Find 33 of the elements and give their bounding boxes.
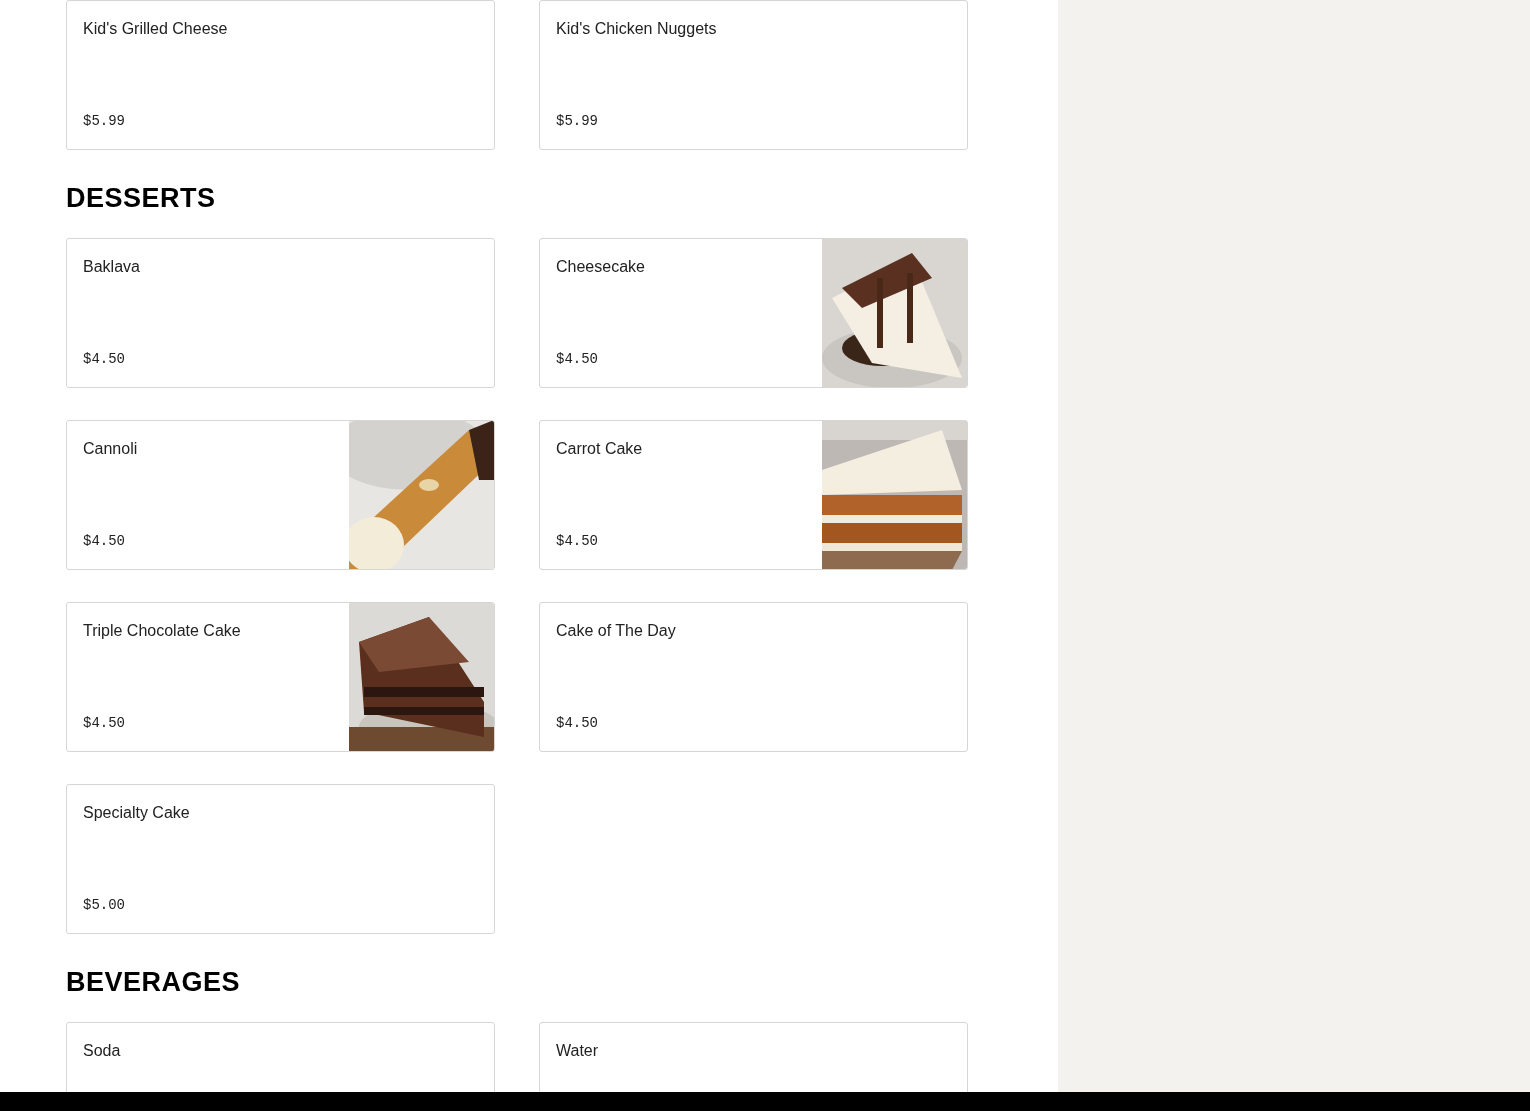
- menu-item-card[interactable]: Cheesecake $4.50: [539, 238, 968, 388]
- item-price: $4.50: [556, 714, 599, 733]
- item-price: $4.50: [83, 532, 126, 551]
- item-name: Cake of The Day: [556, 621, 677, 641]
- item-price: $5.00: [83, 896, 126, 915]
- menu-item-card[interactable]: Carrot Cake $4.50: [539, 420, 968, 570]
- item-name: Cannoli: [83, 439, 139, 459]
- item-price: $4.50: [556, 532, 599, 551]
- menu-item-card[interactable]: Baklava $4.50: [66, 238, 495, 388]
- menu-item-card[interactable]: Cannoli $4.50: [66, 420, 495, 570]
- item-price: $5.99: [83, 112, 126, 131]
- menu-item-card[interactable]: Cake of The Day $4.50: [539, 602, 968, 752]
- menu-item-card[interactable]: Water: [539, 1022, 968, 1092]
- item-name: Specialty Cake: [83, 803, 191, 823]
- item-name: Kid's Grilled Cheese: [83, 19, 229, 39]
- item-price: $4.50: [83, 714, 126, 733]
- item-price: $4.50: [83, 350, 126, 369]
- item-name: Triple Chocolate Cake: [83, 621, 242, 641]
- item-name: Water: [556, 1041, 600, 1061]
- item-name: Baklava: [83, 257, 141, 277]
- item-price: $4.50: [556, 350, 599, 369]
- item-price: $5.99: [556, 112, 599, 131]
- item-name: Cheesecake: [556, 257, 646, 277]
- menu-item-card[interactable]: Specialty Cake $5.00: [66, 784, 495, 934]
- section-heading: BEVERAGES: [66, 968, 242, 996]
- menu-item-card[interactable]: Soda: [66, 1022, 495, 1092]
- item-name: Carrot Cake: [556, 439, 644, 459]
- item-name: Kid's Chicken Nuggets: [556, 19, 718, 39]
- menu-item-card[interactable]: Kid's Grilled Cheese $5.99: [66, 0, 495, 150]
- menu-item-card[interactable]: Kid's Chicken Nuggets $5.99: [539, 0, 968, 150]
- section-heading: DESSERTS: [66, 184, 217, 212]
- item-name: Soda: [83, 1041, 122, 1061]
- menu-item-card[interactable]: Triple Chocolate Cake $4.50: [66, 602, 495, 752]
